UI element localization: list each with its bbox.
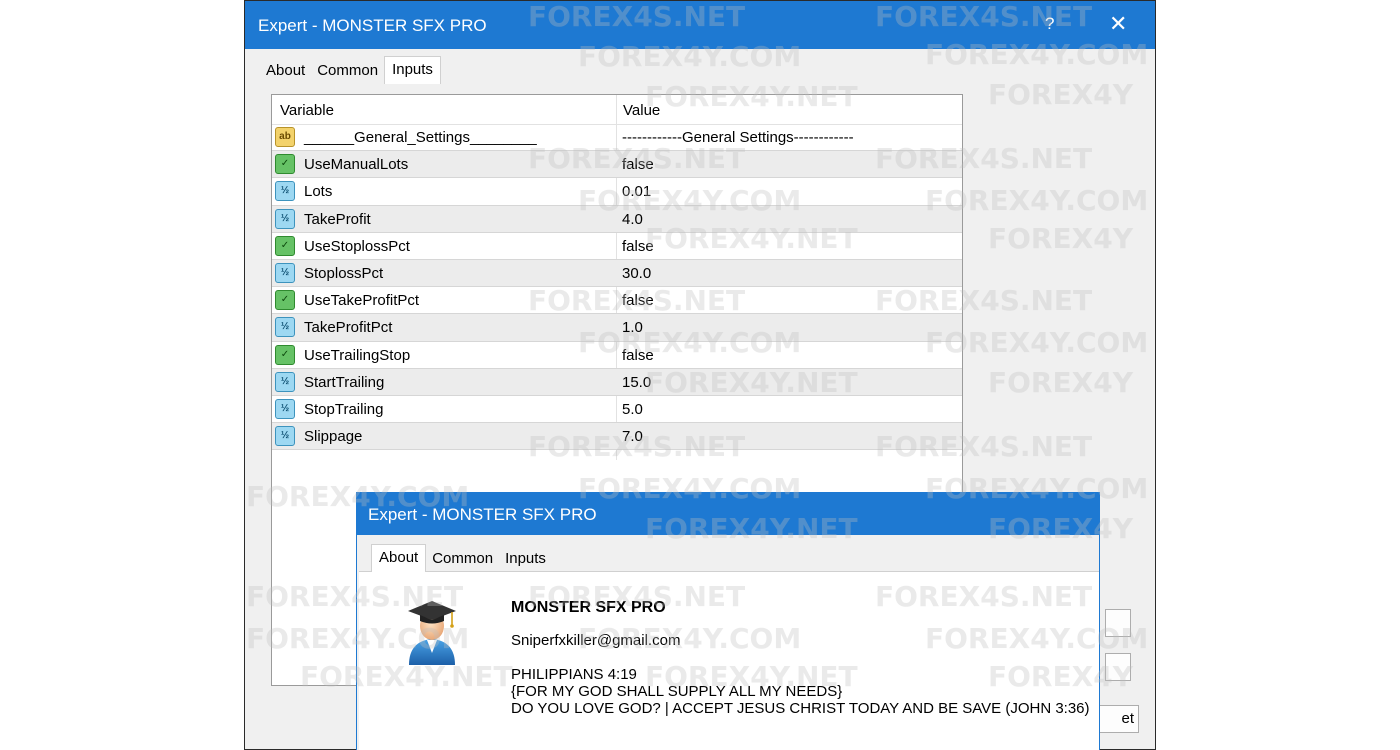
graduate-avatar-icon [408,601,456,665]
variable-value[interactable]: 4.0 [622,211,643,228]
variable-name: StartTrailing [304,373,385,391]
tab-common[interactable]: Common [311,60,384,83]
author-email: Sniperfxkiller@gmail.com [511,632,681,649]
window-title: Expert - MONSTER SFX PRO [258,16,487,35]
number-type-icon: ½ [275,317,295,338]
bool-type-icon: ✓ [275,344,295,365]
variable-name: TakeProfit [304,210,371,228]
about-tab-common[interactable]: Common [426,548,499,571]
about-tab-strip: About Common Inputs [371,544,552,572]
variable-name: Slippage [304,428,363,446]
bool-type-icon: ✓ [275,235,295,256]
number-type-icon: ½ [275,181,295,202]
table-row[interactable]: ½ Slippage 7.0 [272,423,962,451]
variable-value[interactable]: 1.0 [622,319,643,336]
expert-description: PHILIPPIANS 4:19 {FOR MY GOD SHALL SUPPL… [511,666,1090,717]
bool-type-icon: ✓ [275,290,295,311]
variable-name: UseStoplossPct [304,237,410,255]
variable-name: Lots [304,183,333,201]
table-rows: ab ______General_Settings________ --------… [272,124,962,451]
tab-strip: About Common Inputs [260,55,441,84]
help-button[interactable]: ? [1045,14,1054,34]
description-line: {FOR MY GOD SHALL SUPPLY ALL MY NEEDS} [511,683,843,700]
table-row[interactable]: ½ StopTrailing 5.0 [272,396,962,424]
about-panel: MONSTER SFX PRO Sniperfxkiller@gmail.com… [359,571,1099,750]
about-tab-inputs[interactable]: Inputs [499,548,552,571]
variable-name: UseTakeProfitPct [304,292,420,310]
table-row[interactable]: ½ StoplossPct 30.0 [272,259,962,288]
table-row[interactable]: ✓ UseManualLots false [272,151,962,179]
variable-name: StoplossPct [304,264,384,282]
variable-name: UseManualLots [304,156,409,174]
about-window-title: Expert - MONSTER SFX PRO [368,505,597,524]
description-line: PHILIPPIANS 4:19 [511,666,637,683]
table-row[interactable]: ✓ UseStoplossPct false [272,233,962,260]
number-type-icon: ½ [275,426,295,447]
expert-name: MONSTER SFX PRO [511,599,666,616]
number-type-icon: ½ [275,371,295,392]
tab-inputs[interactable]: Inputs [384,56,441,84]
variable-value[interactable]: false [622,292,654,309]
number-type-icon: ½ [275,262,295,283]
table-row[interactable]: ½ TakeProfitPct 1.0 [272,314,962,342]
about-title-bar[interactable]: Expert - MONSTER SFX PRO [357,493,1099,535]
number-type-icon: ½ [275,208,295,229]
side-button-2[interactable] [1105,653,1131,681]
variable-value[interactable]: 7.0 [622,428,643,445]
bool-type-icon: ✓ [275,154,295,175]
variable-name: TakeProfitPct [304,319,393,337]
column-header-value[interactable]: Value [623,102,660,119]
variable-value[interactable]: false [622,156,654,173]
title-bar[interactable]: Expert - MONSTER SFX PRO ? ✕ [245,1,1155,49]
variable-name: UseTrailingStop [304,346,411,364]
variable-value[interactable]: 15.0 [622,374,651,391]
about-tab-about[interactable]: About [371,544,427,572]
variable-value[interactable]: false [622,238,654,255]
table-row[interactable]: ½ StartTrailing 15.0 [272,368,962,396]
string-type-icon: ab [275,127,295,147]
side-button-1[interactable] [1105,609,1131,637]
variable-name: StopTrailing [304,400,384,418]
variable-value[interactable]: 0.01 [622,183,651,200]
variable-value[interactable]: 30.0 [622,265,651,282]
close-button[interactable]: ✕ [1109,11,1127,37]
table-row[interactable]: ½ Lots 0.01 [272,178,962,206]
table-row[interactable]: ✓ UseTakeProfitPct false [272,287,962,315]
tab-about[interactable]: About [260,60,311,83]
column-header-variable[interactable]: Variable [280,102,334,119]
table-row[interactable]: ab ______General_Settings________ --------… [272,124,962,152]
table-row[interactable]: ½ TakeProfit 4.0 [272,205,962,233]
number-type-icon: ½ [275,398,295,419]
variable-value[interactable]: false [622,347,654,364]
variable-value[interactable]: ------------General Settings------------ [622,129,854,146]
about-window: Expert - MONSTER SFX PRO About Common In… [356,492,1100,750]
table-row[interactable]: ✓ UseTrailingStop false [272,342,962,369]
variable-value[interactable]: 5.0 [622,401,643,418]
variable-name: ______General_Settings________ [304,129,537,146]
description-line: DO YOU LOVE GOD? | ACCEPT JESUS CHRIST T… [511,700,1090,717]
table-header: Variable Value [272,95,962,125]
